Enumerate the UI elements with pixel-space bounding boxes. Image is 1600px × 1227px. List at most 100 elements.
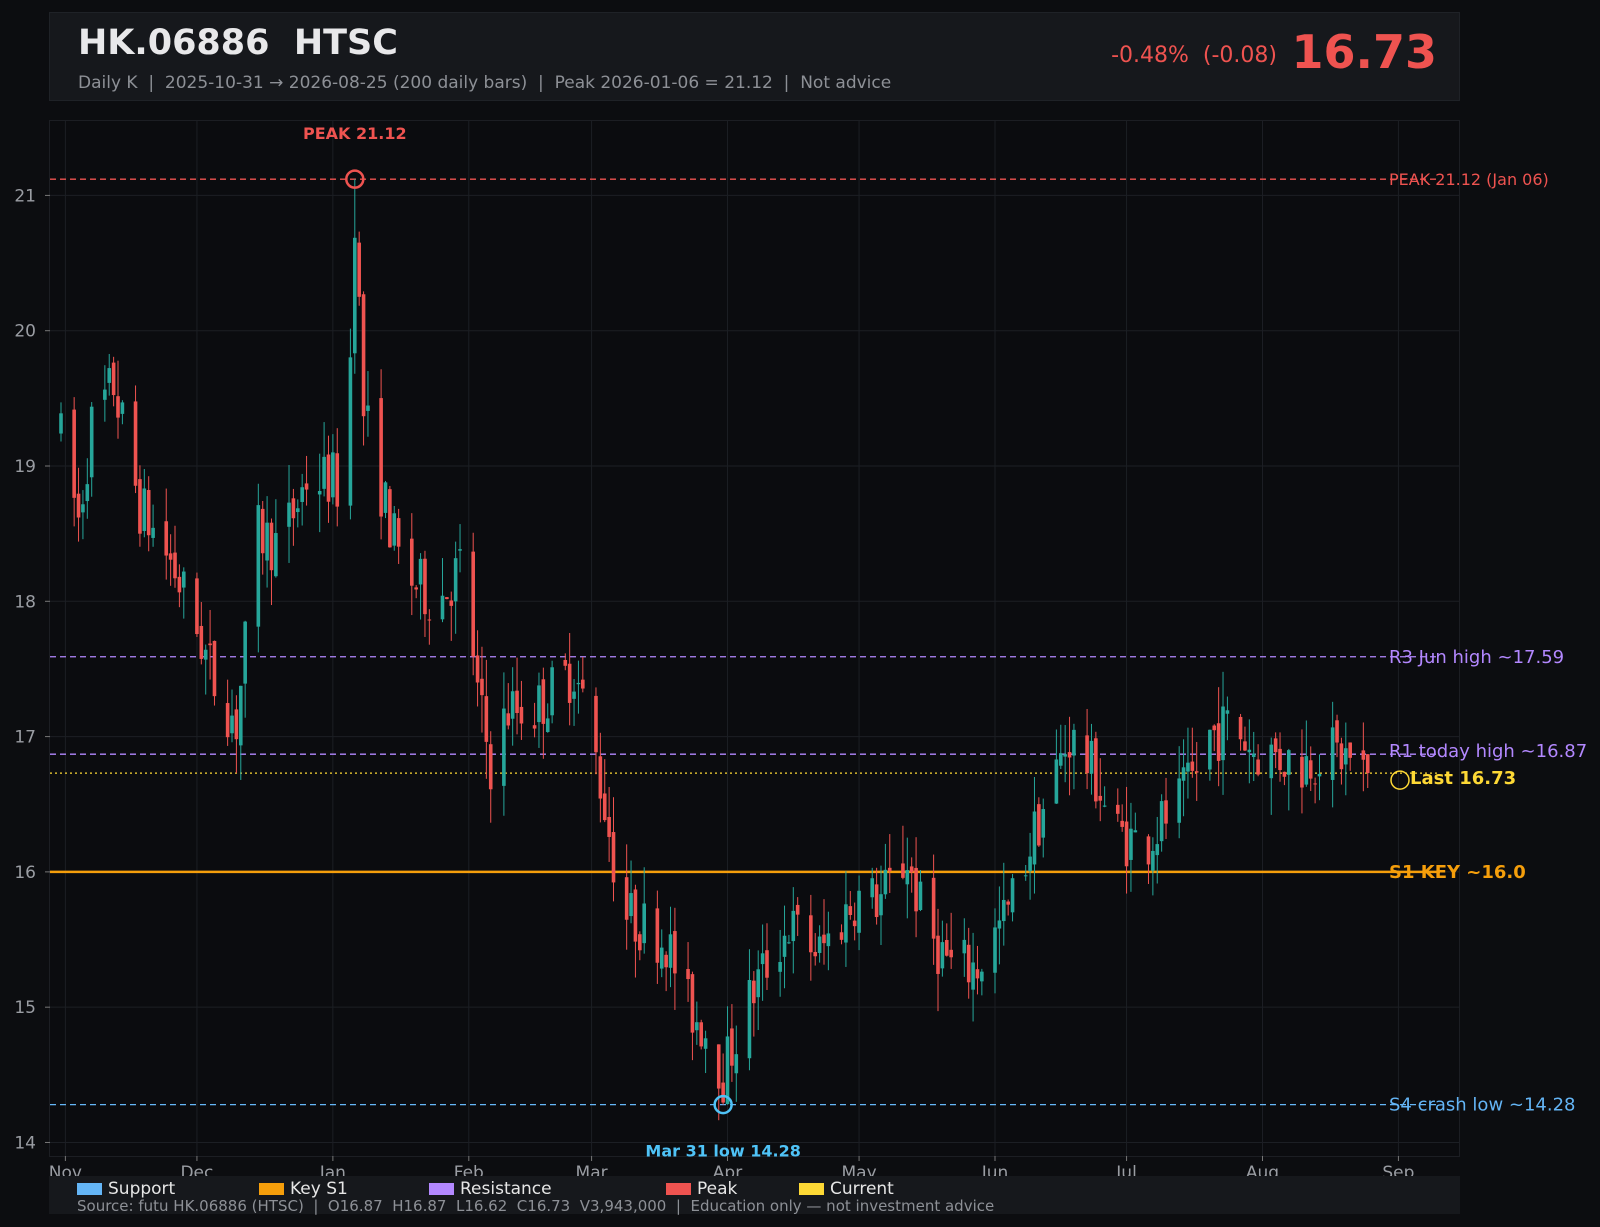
candle-body [795, 904, 800, 915]
candle-body [1120, 820, 1124, 827]
candle-body [852, 920, 857, 927]
y-tick-label: 17 [14, 728, 36, 748]
candle-body [1287, 750, 1291, 775]
candle-body [844, 904, 848, 943]
candle-body [510, 691, 515, 719]
candle-body [541, 679, 546, 724]
candle-body [348, 357, 353, 506]
candle-body [638, 934, 642, 951]
candle-body [1186, 762, 1190, 772]
y-tick-label: 15 [14, 998, 36, 1018]
legend-support-label: Support [108, 1179, 176, 1199]
candle-body [76, 493, 81, 518]
candle-body [361, 294, 366, 417]
candle-body [940, 942, 945, 969]
candle-body [581, 679, 585, 689]
candle-body [980, 971, 984, 982]
candle-body [817, 936, 822, 953]
candle-body [1361, 750, 1366, 760]
candle-body [870, 878, 875, 898]
candle-body [107, 368, 112, 383]
candle-body [747, 979, 752, 1059]
annotation-label: Mar 31 low 14.28 [645, 1142, 800, 1161]
level-label: R3 Jun high ~17.59 [1389, 647, 1564, 668]
candle-body [1194, 771, 1199, 773]
candle-body [1273, 738, 1278, 753]
candle-body [1330, 727, 1335, 780]
candle-body [668, 934, 673, 968]
candle-body [1041, 809, 1046, 838]
candle-body [199, 625, 204, 659]
candle-body [203, 649, 208, 660]
candle-body [388, 489, 392, 548]
candle-body [243, 621, 247, 684]
candle-body [633, 889, 638, 942]
candle-body [181, 571, 186, 588]
candle-body [427, 619, 432, 621]
legend-peak-swatch [666, 1183, 691, 1195]
candle-body [1308, 760, 1313, 779]
candle-body [874, 884, 879, 918]
candle-body [1054, 759, 1059, 804]
candle-body [1256, 759, 1260, 775]
candle-body [567, 663, 572, 703]
candle-body [414, 587, 418, 590]
legend-current: Current [799, 1179, 894, 1199]
legend-peak: Peak [666, 1179, 737, 1199]
candle-body [576, 682, 581, 685]
candle-body [550, 667, 554, 716]
candle-body [383, 482, 388, 513]
level-label: S4 crash low ~14.28 [1389, 1095, 1576, 1116]
candle-body [1023, 875, 1028, 877]
candle-body [629, 893, 633, 917]
candle-body [545, 718, 550, 732]
candle-body [379, 398, 383, 517]
candle-body [1085, 735, 1089, 774]
legend-support: Support [77, 1179, 175, 1199]
candle-body [304, 483, 309, 490]
candle-body [326, 454, 331, 502]
candle-body [1190, 761, 1195, 771]
candle-body [537, 685, 541, 723]
candle-body [458, 549, 462, 551]
candle-body [212, 640, 217, 697]
candle-body [1247, 749, 1252, 753]
candle-body [300, 487, 304, 502]
candle-body [59, 413, 63, 434]
candle-body [734, 1054, 739, 1074]
candle-body [598, 756, 603, 799]
candle-body [295, 508, 300, 513]
candle-body [357, 242, 361, 297]
candle-body [971, 962, 975, 990]
candle-body [765, 950, 769, 978]
legend-key-s1: Key S1 [259, 1179, 348, 1199]
candle-body [1146, 836, 1151, 865]
candle-body [1006, 901, 1010, 905]
candle-body [901, 863, 905, 878]
y-tick-label: 18 [14, 592, 36, 612]
candle-body [756, 969, 761, 998]
y-tick-label: 14 [14, 1133, 36, 1153]
candle-body [1028, 856, 1032, 872]
candle-body [445, 597, 449, 600]
candle-body [256, 505, 261, 627]
y-tick-label: 20 [14, 322, 36, 342]
legend-resistance-swatch [429, 1183, 454, 1195]
candle-body [721, 1082, 725, 1103]
candle-body [85, 484, 90, 502]
candle-body [655, 908, 660, 963]
candle-body [502, 708, 506, 786]
candle-body [686, 969, 690, 980]
candle-body [1058, 753, 1063, 766]
candle-body [1304, 756, 1309, 785]
candle-body [1094, 738, 1098, 802]
candle-body [89, 406, 94, 478]
candle-body [699, 1022, 704, 1047]
candle-body [673, 931, 677, 974]
candle-body [1339, 743, 1344, 770]
candle-body [265, 522, 269, 561]
candle-body [975, 969, 980, 979]
candle-body [1344, 748, 1348, 765]
candle-body [138, 479, 142, 534]
candle-body [949, 949, 953, 958]
